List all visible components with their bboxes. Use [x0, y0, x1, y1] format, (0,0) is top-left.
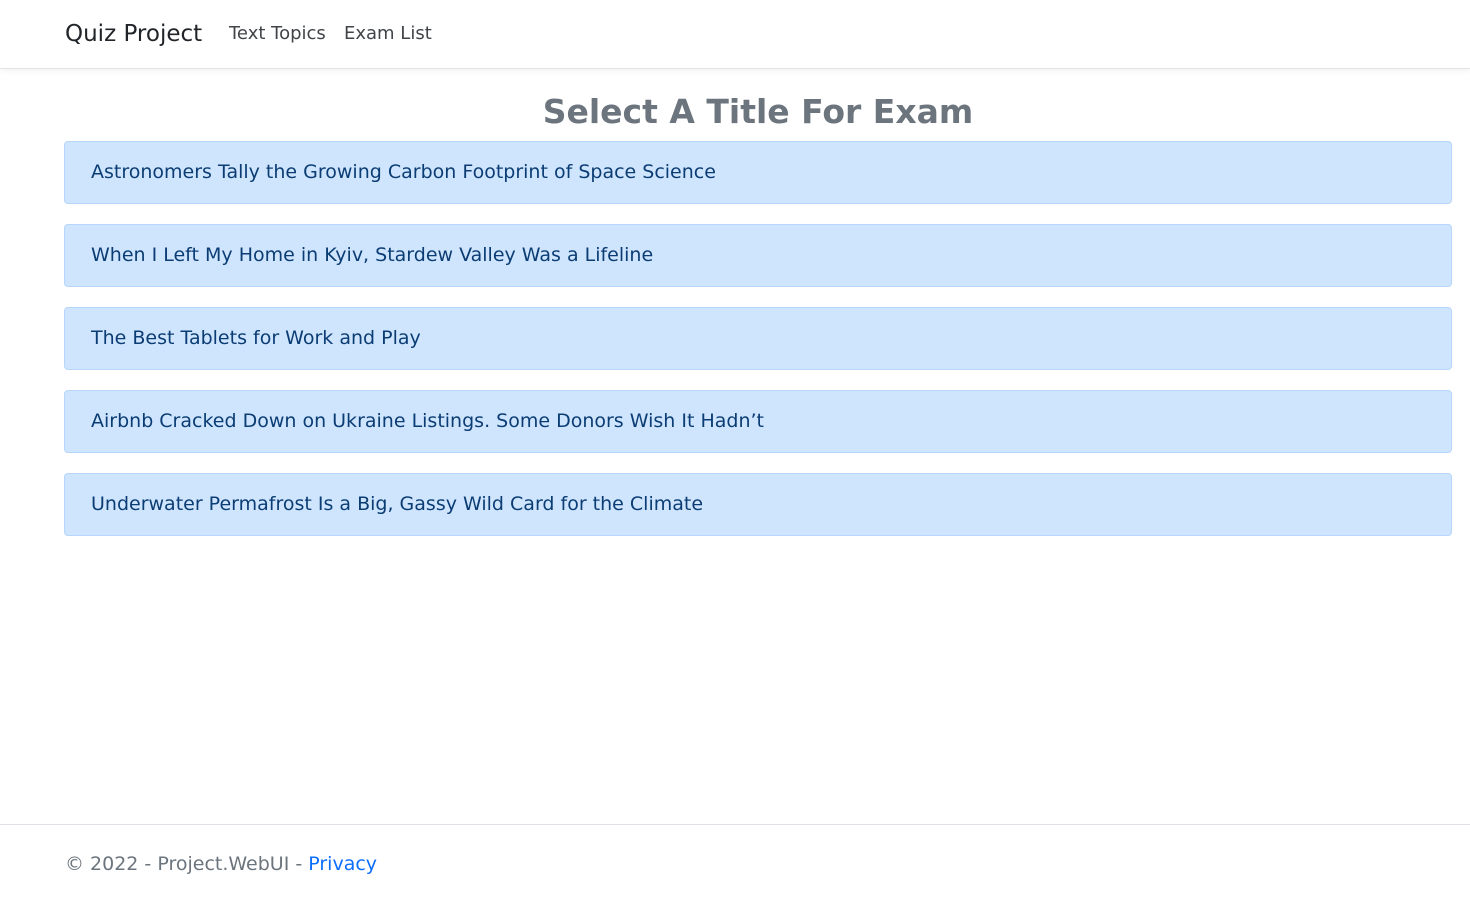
exam-item[interactable]: Airbnb Cracked Down on Ukraine Listings.… [64, 390, 1452, 453]
nav-link-text-topics[interactable]: Text Topics [229, 22, 326, 46]
footer-copyright: © 2022 - Project.WebUI - [65, 853, 309, 875]
exam-item[interactable]: The Best Tablets for Work and Play [64, 307, 1452, 370]
nav-link-exam-list[interactable]: Exam List [344, 22, 432, 46]
navbar: Quiz Project Text Topics Exam List [0, 0, 1470, 69]
page-title: Select A Title For Exam [542, 92, 974, 131]
privacy-link[interactable]: Privacy [308, 853, 377, 875]
exam-item[interactable]: When I Left My Home in Kyiv, Stardew Val… [64, 224, 1452, 287]
brand-link[interactable]: Quiz Project [65, 17, 202, 51]
footer: © 2022 - Project.WebUI - Privacy [0, 824, 1470, 899]
exam-list: Astronomers Tally the Growing Carbon Foo… [64, 141, 1452, 556]
exam-item[interactable]: Astronomers Tally the Growing Carbon Foo… [64, 141, 1452, 204]
exam-item[interactable]: Underwater Permafrost Is a Big, Gassy Wi… [64, 473, 1452, 536]
footer-text: © 2022 - Project.WebUI - Privacy [65, 852, 377, 876]
